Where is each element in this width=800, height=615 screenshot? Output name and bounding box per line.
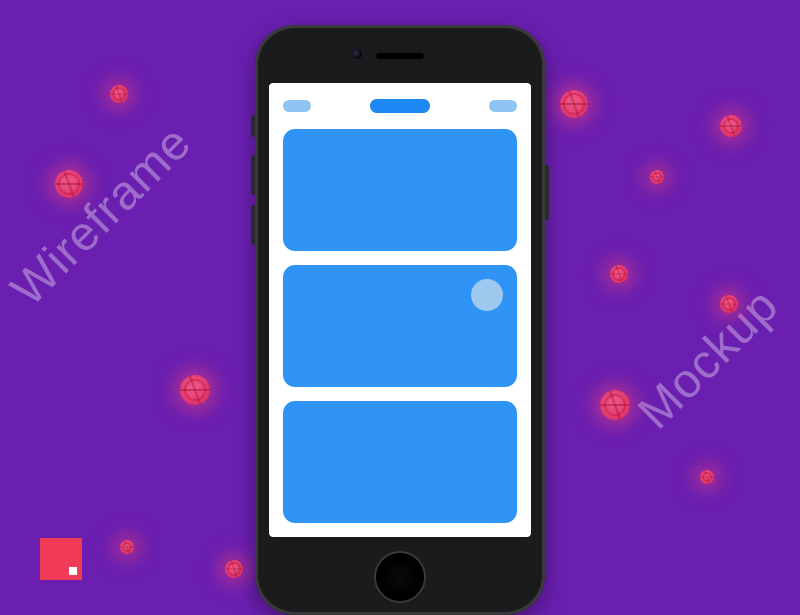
volume-up-button: [251, 155, 255, 195]
dribbble-ball-icon: [610, 265, 628, 283]
dribbble-ball-icon: [120, 540, 134, 554]
dribbble-ball-icon: [560, 90, 588, 118]
mockup-label: Mockup: [627, 278, 789, 440]
wireframe-card-1[interactable]: [283, 129, 517, 251]
dribbble-ball-icon: [650, 170, 664, 184]
dribbble-ball-icon: [225, 560, 243, 578]
phone-mockup: [255, 25, 545, 615]
volume-down-button: [251, 205, 255, 245]
home-button[interactable]: [376, 553, 424, 601]
nav-bar: [283, 97, 517, 115]
dribbble-ball-icon: [55, 170, 83, 198]
nav-back-button[interactable]: [283, 100, 311, 112]
wireframe-card-2[interactable]: [283, 265, 517, 387]
earpiece-speaker: [376, 53, 424, 59]
nav-action-button[interactable]: [489, 100, 517, 112]
touch-indicator-icon: [471, 279, 503, 311]
dribbble-ball-icon: [720, 115, 742, 137]
dribbble-ball-icon: [720, 295, 738, 313]
dribbble-ball-icon: [600, 390, 630, 420]
dribbble-ball-icon: [180, 375, 210, 405]
wireframe-label: Wireframe: [1, 115, 203, 317]
front-camera-icon: [352, 49, 362, 59]
power-button: [545, 165, 549, 220]
brand-badge-icon: [40, 538, 82, 580]
dribbble-ball-icon: [700, 470, 714, 484]
wireframe-card-3[interactable]: [283, 401, 517, 523]
dribbble-ball-icon: [110, 85, 128, 103]
mute-switch: [251, 115, 255, 137]
nav-title-chip: [370, 99, 430, 113]
phone-screen: [269, 83, 531, 537]
